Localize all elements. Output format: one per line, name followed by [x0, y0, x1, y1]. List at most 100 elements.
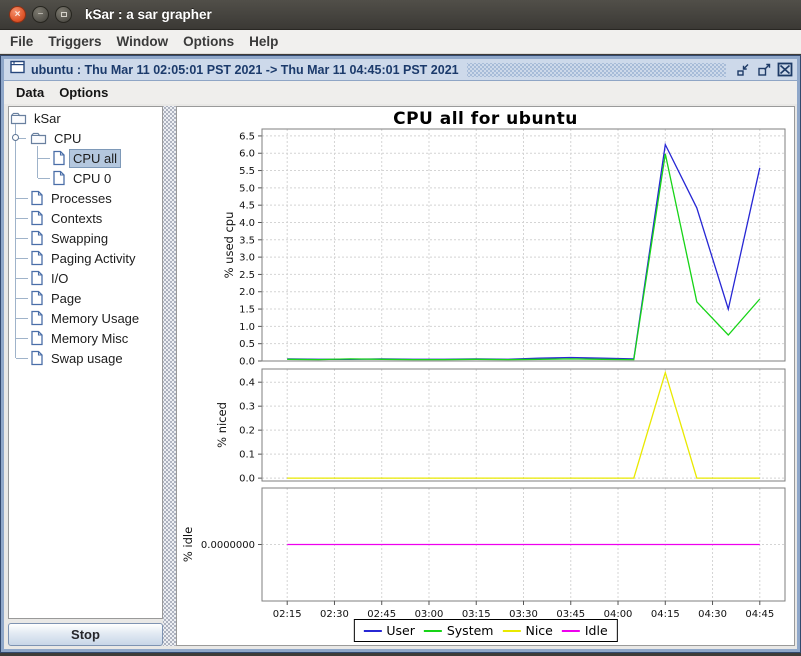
tree-item-label: CPU [54, 130, 82, 146]
tree-item-i-o[interactable]: I/O [9, 268, 162, 288]
iconify-button[interactable] [734, 61, 752, 79]
svg-text:04:30: 04:30 [698, 609, 727, 620]
svg-text:6.5: 6.5 [239, 131, 255, 142]
tree-item-contexts[interactable]: Contexts [9, 208, 162, 228]
tree-item-label: I/O [51, 270, 69, 286]
tree-item-label: CPU all [68, 148, 122, 168]
svg-text:% idle: % idle [181, 527, 195, 562]
app-window: × − kSar : a sar grapher File Triggers Win… [0, 0, 801, 656]
maximize-window-button[interactable] [55, 6, 72, 23]
svg-text:02:15: 02:15 [273, 609, 302, 620]
tree-item-label: Contexts [51, 210, 103, 226]
chart-panel: CPU all for ubuntu 0.0 0.5 1.0 1.5 2.0 2.5 3.0… [176, 106, 795, 646]
svg-text:3.5: 3.5 [239, 235, 255, 246]
tree-item-cpu[interactable]: CPU [9, 128, 162, 148]
graph-tree: kSar CPU CPU all CPU 0 Processes Contexts Swap… [9, 108, 162, 368]
legend-swatch [363, 629, 382, 632]
graph-tree-panel: kSar CPU CPU all CPU 0 Processes Contexts Swap… [8, 106, 163, 619]
doc-icon [30, 330, 44, 346]
svg-text:6.0: 6.0 [239, 149, 255, 160]
minimize-window-button[interactable]: − [32, 6, 49, 23]
doc-icon [52, 150, 66, 166]
tree-item-swapping[interactable]: Swapping [9, 228, 162, 248]
svg-text:0.5: 0.5 [239, 339, 255, 350]
menu-item-options[interactable]: Options [182, 32, 235, 51]
sidebar: kSar CPU CPU all CPU 0 Processes Contexts Swap… [4, 104, 163, 649]
svg-text:0.4: 0.4 [239, 378, 255, 389]
menu-item-window[interactable]: Window [116, 32, 170, 51]
legend-label: User [386, 623, 415, 638]
tree-expander-icon[interactable] [12, 134, 19, 141]
folder-icon [10, 111, 27, 125]
tree-item-label: Memory Misc [51, 330, 129, 346]
internal-frame-icon [10, 60, 25, 79]
svg-text:0.0: 0.0 [239, 357, 255, 368]
tree-item-label: Paging Activity [51, 250, 136, 266]
legend-swatch [423, 629, 442, 632]
doc-icon [30, 230, 44, 246]
tree-item-processes[interactable]: Processes [9, 188, 162, 208]
tree-item-ksar[interactable]: kSar [9, 108, 162, 128]
frame-content: kSar CPU CPU all CPU 0 Processes Contexts Swap… [4, 104, 797, 649]
svg-text:% niced: % niced [215, 402, 229, 448]
tree-item-label: Processes [51, 190, 112, 206]
tree-item-memory-usage[interactable]: Memory Usage [9, 308, 162, 328]
svg-text:0.0000000: 0.0000000 [201, 540, 255, 551]
tree-connector-line [15, 124, 16, 358]
close-frame-button[interactable] [776, 61, 794, 79]
tree-item-cpu-all[interactable]: CPU all [9, 148, 162, 168]
window-titlebar: × − kSar : a sar grapher [0, 0, 801, 30]
close-window-button[interactable]: × [9, 6, 26, 23]
maximize-button[interactable] [755, 61, 773, 79]
doc-icon [30, 310, 44, 326]
doc-icon [30, 350, 44, 366]
svg-text:2.5: 2.5 [239, 270, 255, 281]
menu-item-help[interactable]: Help [248, 32, 279, 51]
internal-frame: ubuntu : Thu Mar 11 02:05:01 PST 2021 ->… [1, 56, 800, 652]
svg-text:04:45: 04:45 [745, 609, 774, 620]
svg-text:0.0: 0.0 [239, 474, 255, 485]
internal-frame-controls [734, 61, 794, 79]
cpu-combined-chart: 0.0 0.5 1.0 1.5 2.0 2.5 3.0 3.5 4.0 4.5 5.0 5.5 6.0 6… [181, 128, 786, 620]
tree-connector-line [16, 318, 28, 319]
tree-connector-line [16, 218, 28, 219]
stop-button[interactable]: Stop [8, 623, 163, 646]
svg-text:5.5: 5.5 [239, 166, 255, 177]
menu-item-file[interactable]: File [9, 32, 34, 51]
tree-item-cpu-0[interactable]: CPU 0 [9, 168, 162, 188]
legend-swatch [561, 629, 580, 632]
internal-frame-title: ubuntu : Thu Mar 11 02:05:01 PST 2021 ->… [31, 62, 459, 77]
tree-item-memory-misc[interactable]: Memory Misc [9, 328, 162, 348]
legend-label: Idle [584, 623, 608, 638]
menu-item-triggers[interactable]: Triggers [47, 32, 102, 51]
tree-item-label: Swap usage [51, 350, 123, 366]
legend-item-user: User [363, 623, 415, 638]
legend-label: Nice [525, 623, 553, 638]
menu-item-options[interactable]: Options [58, 83, 109, 102]
tree-connector-line [37, 146, 38, 178]
tree-connector-line [38, 178, 50, 179]
legend-swatch [502, 629, 521, 632]
tree-connector-line [16, 338, 28, 339]
svg-text:3.0: 3.0 [239, 253, 255, 264]
svg-text:1.0: 1.0 [239, 322, 255, 333]
window-title: kSar : a sar grapher [85, 7, 212, 22]
svg-text:5.0: 5.0 [239, 183, 255, 194]
svg-text:0.1: 0.1 [239, 450, 255, 461]
tree-item-label: Page [51, 290, 82, 306]
legend-item-nice: Nice [502, 623, 553, 638]
tree-item-page[interactable]: Page [9, 288, 162, 308]
svg-text:1.5: 1.5 [239, 305, 255, 316]
titlebar-texture [466, 62, 726, 77]
menu-item-data[interactable]: Data [15, 83, 45, 102]
svg-text:0.2: 0.2 [239, 426, 255, 437]
svg-text:02:30: 02:30 [320, 609, 349, 620]
tree-item-swap-usage[interactable]: Swap usage [9, 348, 162, 368]
internal-frame-titlebar[interactable]: ubuntu : Thu Mar 11 02:05:01 PST 2021 ->… [4, 59, 797, 81]
splitpane-divider[interactable] [163, 106, 176, 646]
tree-item-label: Memory Usage [51, 310, 140, 326]
svg-text:% used cpu: % used cpu [222, 212, 236, 279]
graph-menubar: Data Options [4, 81, 797, 104]
desktop-pane: ubuntu : Thu Mar 11 02:05:01 PST 2021 ->… [0, 55, 801, 656]
tree-item-paging-activity[interactable]: Paging Activity [9, 248, 162, 268]
